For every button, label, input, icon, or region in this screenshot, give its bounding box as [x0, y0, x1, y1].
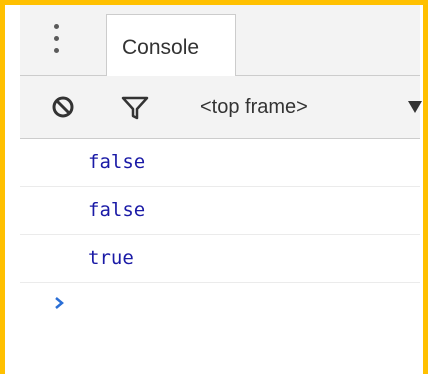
- clear-console-icon[interactable]: [51, 95, 75, 119]
- console-message-value: false: [88, 151, 146, 173]
- devtools-window: Console <top frame> false false true: [0, 0, 428, 374]
- console-message: false: [20, 187, 420, 235]
- triangle-down-icon: [408, 101, 422, 113]
- console-prompt-input[interactable]: [20, 283, 420, 327]
- console-message-value: true: [88, 247, 134, 269]
- filter-icon[interactable]: [121, 95, 149, 121]
- console-panel: Console <top frame> false false true: [20, 5, 422, 374]
- tab-bar: Console: [20, 5, 420, 76]
- console-messages: false false true: [20, 139, 420, 327]
- execution-context-label: <top frame>: [200, 96, 308, 118]
- console-message: false: [20, 139, 420, 187]
- chevron-right-icon: [55, 297, 64, 309]
- console-toolbar: <top frame>: [20, 76, 422, 139]
- execution-context-select[interactable]: <top frame>: [200, 76, 422, 138]
- console-message-value: false: [88, 199, 146, 221]
- console-message: true: [20, 235, 420, 283]
- vertical-ellipsis-icon[interactable]: [47, 19, 67, 59]
- tab-console[interactable]: Console: [106, 14, 236, 76]
- tab-console-label: Console: [122, 36, 200, 59]
